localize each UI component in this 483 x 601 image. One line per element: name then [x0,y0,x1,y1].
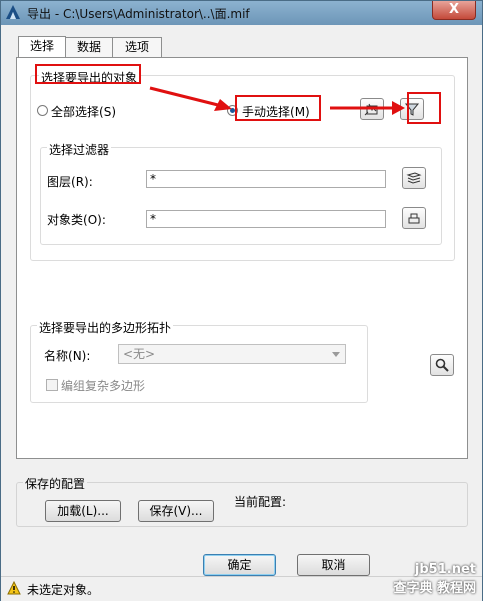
annotation-arrows [149,86,405,115]
